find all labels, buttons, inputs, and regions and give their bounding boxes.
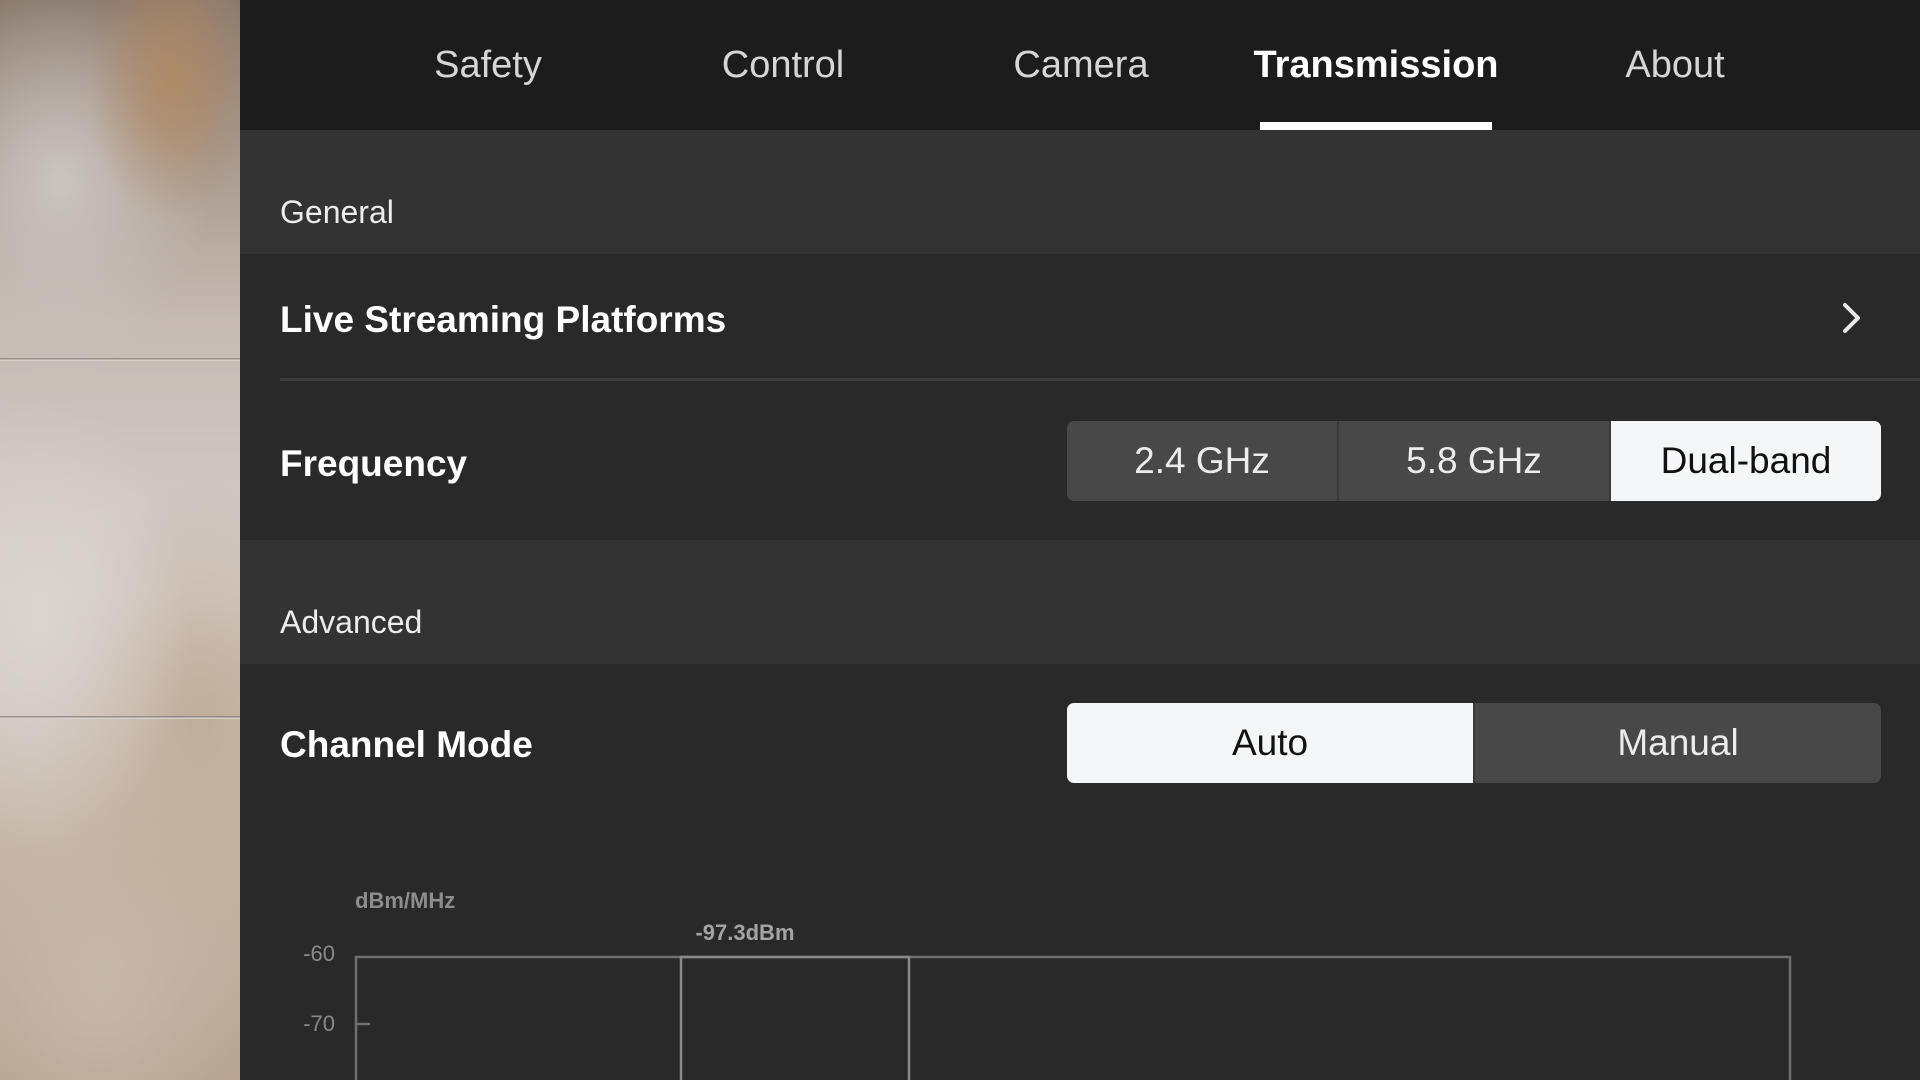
chart-y-tick-label: -60: [303, 941, 335, 966]
chart-plot-frame: [354, 955, 1792, 1080]
frequency-option-dual-band[interactable]: Dual-band: [1611, 421, 1881, 501]
tab-safety[interactable]: Safety: [420, 0, 556, 130]
tab-label: About: [1625, 43, 1725, 86]
chart-selected-channel-window[interactable]: [679, 955, 911, 1080]
chart-annotation: -97.3dBm: [695, 920, 794, 945]
tab-label: Transmission: [1253, 43, 1499, 86]
frequency-option-2-4ghz[interactable]: 2.4 GHz: [1067, 421, 1339, 501]
row-label: Live Streaming Platforms: [280, 299, 727, 340]
live-streaming-platforms-row[interactable]: Live Streaming Platforms: [240, 254, 1920, 380]
camera-preview-backdrop: [0, 0, 240, 1080]
settings-panel: Safety Control Camera Transmission About…: [240, 0, 1920, 1080]
interference-chart: dBm/MHz -97.3dBm -60 -70: [303, 888, 1792, 1080]
chart-y-tick-label: -70: [303, 1011, 335, 1036]
channel-mode-option-manual[interactable]: Manual: [1475, 703, 1881, 783]
tab-transmission[interactable]: Transmission: [1254, 0, 1499, 130]
tab-label: Control: [721, 43, 845, 86]
row-label: Frequency: [280, 443, 468, 484]
chevron-right-icon: [1843, 303, 1860, 333]
backdrop-seam: [0, 358, 240, 361]
option-label: Manual: [1617, 722, 1739, 763]
option-label: 2.4 GHz: [1134, 440, 1270, 481]
frequency-segmented-control: 2.4 GHz 5.8 GHz Dual-band: [1067, 421, 1881, 501]
tab-bar: Safety Control Camera Transmission About: [240, 0, 1920, 130]
chart-y-axis-label: dBm/MHz: [355, 888, 455, 913]
option-label: Dual-band: [1660, 440, 1832, 481]
section-title: General: [280, 194, 394, 230]
tab-camera[interactable]: Camera: [1011, 0, 1151, 130]
tab-label: Camera: [1013, 43, 1149, 86]
section-title: Advanced: [280, 604, 423, 640]
general-section-header: General: [240, 130, 1920, 254]
tab-label: Safety: [434, 43, 542, 86]
advanced-section-header: Advanced: [240, 540, 1920, 664]
active-tab-indicator: [1260, 122, 1492, 130]
tab-about[interactable]: About: [1615, 0, 1735, 130]
channel-mode-segmented-control: Auto Manual: [1067, 703, 1881, 783]
tab-control[interactable]: Control: [716, 0, 850, 130]
channel-mode-option-auto[interactable]: Auto: [1067, 703, 1475, 783]
channel-mode-row: Channel Mode Auto Manual: [240, 664, 1920, 860]
option-label: Auto: [1231, 722, 1309, 763]
row-label: Channel Mode: [280, 724, 533, 765]
option-label: 5.8 GHz: [1406, 440, 1542, 481]
frequency-option-5-8ghz[interactable]: 5.8 GHz: [1339, 421, 1611, 501]
frequency-row: Frequency 2.4 GHz 5.8 GHz Dual-band: [240, 381, 1920, 540]
backdrop-seam: [0, 716, 240, 719]
